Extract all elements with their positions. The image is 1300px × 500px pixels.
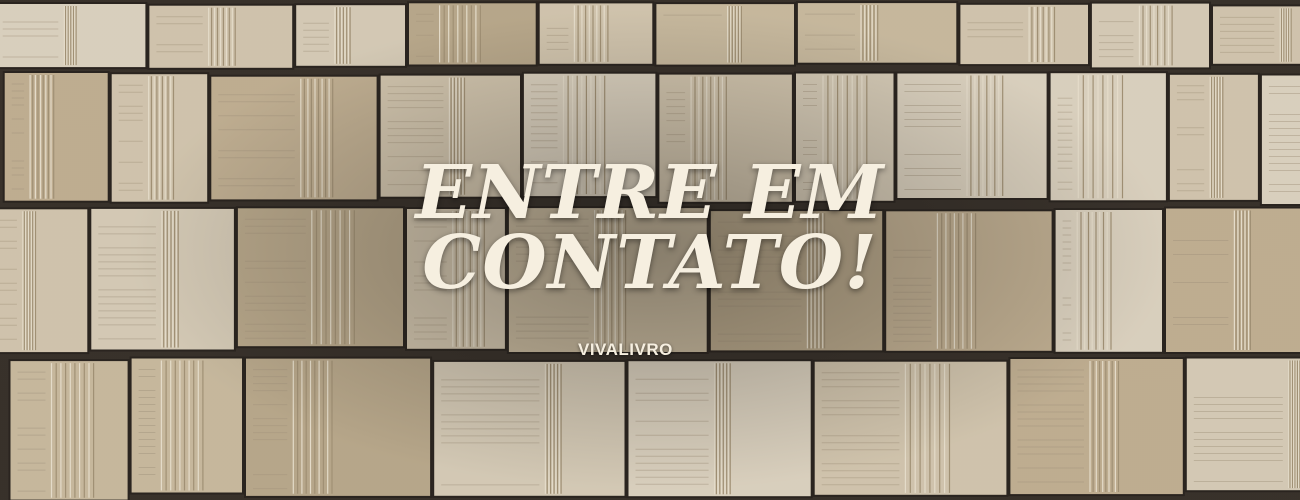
page-title: ENTRE EM CONTATO! — [340, 150, 960, 306]
brand-name: VIVALIVRO — [578, 340, 673, 359]
title-line-2: CONTATO! — [422, 220, 878, 306]
title-line-1: ENTRE EM — [415, 150, 885, 236]
contact-banner: ENTRE EM CONTATO! VIVALIVRO — [0, 0, 1300, 500]
